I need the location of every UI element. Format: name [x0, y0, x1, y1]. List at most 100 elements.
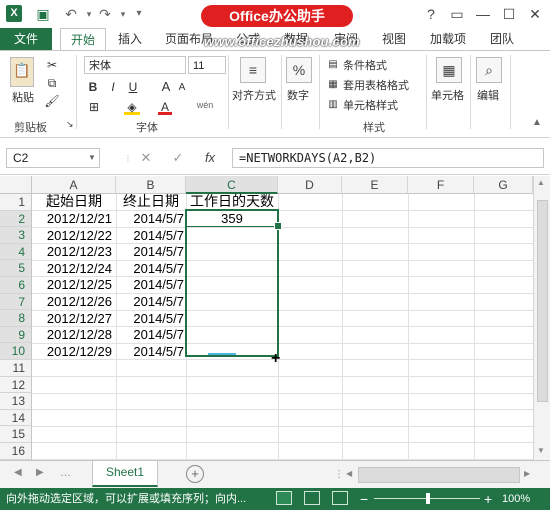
save-icon[interactable]: ▣	[34, 5, 52, 23]
column-header-c[interactable]: C	[186, 176, 278, 194]
row-header[interactable]: 2	[0, 210, 32, 228]
cells-icon[interactable]: ▦	[436, 57, 462, 83]
scroll-up-icon[interactable]: ▲	[537, 178, 545, 187]
underline-button[interactable]: U	[126, 79, 140, 95]
bold-button[interactable]: B	[86, 79, 100, 95]
insert-function-icon[interactable]: fx	[200, 148, 220, 168]
zoom-in-button[interactable]: +	[484, 488, 492, 510]
worksheet-grid[interactable]: A B C D E F G 1 2 3 4 5 6 7 8 9 10 11 12…	[0, 176, 533, 460]
cell-a3[interactable]: 2012/12/22	[32, 227, 112, 244]
cell-a9[interactable]: 2012/12/28	[32, 326, 112, 343]
cell-a10[interactable]: 2012/12/29	[32, 343, 112, 360]
help-icon[interactable]: ?	[420, 4, 442, 24]
name-box-dropdown-icon[interactable]: ▼	[88, 153, 96, 162]
tab-insert[interactable]: 插入	[112, 28, 148, 50]
row-header[interactable]: 11	[0, 360, 32, 377]
scroll-down-icon[interactable]: ▼	[537, 446, 545, 455]
row-header[interactable]: 4	[0, 243, 32, 261]
cell-c1[interactable]: 工作日的天数	[186, 193, 278, 210]
cell-styles-icon[interactable]: ▥	[326, 97, 340, 113]
find-icon[interactable]: ⌕	[476, 57, 502, 83]
tab-split-icon[interactable]: ⋮	[334, 469, 344, 480]
scroll-left-icon[interactable]: ◀	[346, 469, 352, 478]
font-size-select[interactable]: 11	[188, 56, 226, 74]
cut-icon[interactable]: ✂	[44, 57, 60, 73]
column-header-e[interactable]: E	[342, 176, 408, 194]
redo-icon[interactable]: ↷	[96, 5, 114, 23]
row-header[interactable]: 13	[0, 393, 32, 410]
editing-button-label[interactable]: 编辑	[477, 87, 499, 103]
normal-view-icon[interactable]	[276, 491, 292, 505]
customize-qat-icon[interactable]: ▾	[130, 5, 148, 23]
tab-addins[interactable]: 加载项	[424, 28, 472, 50]
clipboard-launcher-icon[interactable]: ↘	[66, 119, 74, 130]
select-all-corner[interactable]	[0, 176, 32, 194]
row-header[interactable]: 12	[0, 376, 32, 394]
cell-a6[interactable]: 2012/12/25	[32, 276, 112, 293]
copy-icon[interactable]: ⧉	[44, 75, 60, 91]
zoom-slider-thumb[interactable]	[426, 493, 430, 504]
borders-icon[interactable]: ⊞	[86, 99, 102, 115]
column-header-b[interactable]: B	[116, 176, 186, 194]
selection-range[interactable]	[185, 209, 279, 357]
paste-icon[interactable]: 📋	[10, 57, 34, 87]
column-header-a[interactable]: A	[32, 176, 116, 194]
fill-color-icon[interactable]: ◈	[124, 99, 140, 115]
number-button-label[interactable]: 数字	[287, 87, 309, 103]
zoom-level[interactable]: 100%	[502, 488, 530, 510]
grow-font-button[interactable]: A	[160, 79, 172, 95]
cell-b7[interactable]: 2014/5/7	[116, 293, 184, 310]
collapse-ribbon-icon[interactable]: ▲	[530, 115, 544, 131]
enter-icon[interactable]: ✓	[168, 148, 188, 168]
number-format-icon[interactable]: %	[286, 57, 312, 83]
cell-a1[interactable]: 起始日期	[32, 193, 116, 210]
cell-b2[interactable]: 2014/5/7	[116, 210, 184, 227]
ribbon-display-icon[interactable]: ▭	[446, 4, 468, 24]
tab-file[interactable]: 文件	[0, 28, 52, 50]
cells-button-label[interactable]: 单元格	[431, 87, 464, 103]
cell-b8[interactable]: 2014/5/7	[116, 310, 184, 327]
format-painter-icon[interactable]: 🖌	[44, 93, 60, 109]
scroll-right-icon[interactable]: ▶	[524, 469, 530, 478]
maximize-icon[interactable]: ☐	[498, 4, 520, 24]
font-color-button[interactable]: A	[158, 99, 172, 115]
column-header-g[interactable]: G	[474, 176, 533, 194]
cell-b3[interactable]: 2014/5/7	[116, 227, 184, 244]
paste-button-label[interactable]: 粘贴	[12, 89, 34, 105]
shrink-font-button[interactable]: A	[176, 80, 188, 96]
conditional-format-icon[interactable]: ▤	[326, 57, 340, 73]
cell-b1[interactable]: 终止日期	[116, 193, 186, 210]
cell-b6[interactable]: 2014/5/7	[116, 276, 184, 293]
undo-icon[interactable]: ↶	[62, 5, 80, 23]
cell-b4[interactable]: 2014/5/7	[116, 243, 184, 260]
row-header[interactable]: 3	[0, 227, 32, 244]
zoom-out-button[interactable]: −	[360, 488, 368, 510]
cell-a2[interactable]: 2012/12/21	[32, 210, 112, 227]
cell-b5[interactable]: 2014/5/7	[116, 260, 184, 277]
row-header[interactable]: 7	[0, 293, 32, 311]
row-header[interactable]: 15	[0, 426, 32, 443]
cell-a4[interactable]: 2012/12/23	[32, 243, 112, 260]
row-header[interactable]: 9	[0, 326, 32, 344]
page-layout-view-icon[interactable]	[304, 491, 320, 505]
page-break-view-icon[interactable]	[332, 491, 348, 505]
alignment-button-label[interactable]: 对齐方式	[232, 87, 276, 103]
tab-view[interactable]: 视图	[376, 28, 412, 50]
sheet-tab-sheet1[interactable]: Sheet1	[92, 461, 158, 487]
add-sheet-button[interactable]: +	[186, 465, 204, 483]
row-header[interactable]: 1	[0, 194, 32, 211]
row-header[interactable]: 5	[0, 260, 32, 277]
cancel-icon[interactable]: ✕	[136, 148, 156, 168]
sheet-next-icon[interactable]: ▶	[36, 467, 44, 478]
row-header[interactable]: 8	[0, 310, 32, 327]
italic-button[interactable]: I	[106, 79, 120, 95]
row-header[interactable]: 10	[0, 343, 32, 360]
alignment-icon[interactable]: ≡	[240, 57, 266, 83]
row-header[interactable]: 6	[0, 277, 32, 294]
sheet-prev-icon[interactable]: ◀	[14, 467, 22, 478]
font-name-select[interactable]: 宋体	[84, 56, 186, 74]
cell-a7[interactable]: 2012/12/26	[32, 293, 112, 310]
column-header-f[interactable]: F	[408, 176, 474, 194]
formula-input[interactable]: =NETWORKDAYS(A2,B2)	[232, 148, 544, 168]
minimize-icon[interactable]: —	[472, 4, 494, 24]
